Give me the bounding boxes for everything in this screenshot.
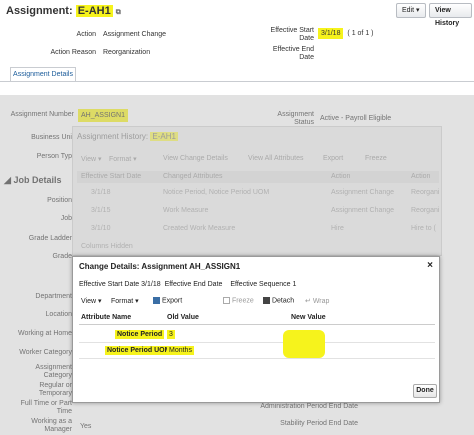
- title-prefix: Assignment:: [6, 5, 73, 17]
- info-start-value: 3/1/18: [141, 281, 161, 288]
- action-reason-label: Action Reason: [50, 49, 96, 56]
- assignment-id: E-AH1: [75, 5, 113, 17]
- edit-label: Edit: [402, 7, 415, 14]
- highlight-mark: [283, 330, 325, 358]
- change-table-header: Attribute Name Old Value New Value: [79, 313, 435, 325]
- edit-button[interactable]: Edit ▾: [396, 3, 426, 18]
- effective-range: ( 1 of 1 ): [347, 30, 374, 37]
- attribute-name: Notice Period: [115, 330, 165, 339]
- export-label: Export: [161, 297, 183, 305]
- old-value: Months: [167, 346, 194, 355]
- info-end-label: Effective End Date: [164, 281, 223, 288]
- chevron-down-icon: ▾: [416, 7, 420, 14]
- done-button[interactable]: Done: [413, 384, 437, 398]
- info-seq-value: 1: [292, 281, 297, 288]
- action-label: Action: [76, 31, 96, 38]
- page-title: Assignment: E-AH1 ⧉: [6, 5, 121, 17]
- table-row[interactable]: Notice Period UOM Months: [79, 343, 435, 359]
- old-value: 3: [167, 330, 175, 339]
- attribute-name: Notice Period UOM: [105, 346, 173, 355]
- wrap-icon: ↵: [305, 298, 311, 305]
- detach-icon: [263, 297, 270, 304]
- close-icon[interactable]: ×: [427, 260, 433, 271]
- tab-divider: [0, 81, 474, 82]
- wrap-label: Wrap: [312, 298, 330, 305]
- effective-start-label: Effective Start Date: [270, 27, 314, 42]
- copy-icon[interactable]: ⧉: [116, 9, 121, 16]
- detach-label: Detach: [271, 297, 295, 305]
- dialog-title: Change Details: Assignment AH_ASSIGN1: [79, 262, 241, 271]
- effective-start-date: 3/1/18: [318, 28, 344, 39]
- freeze-button[interactable]: Freeze: [223, 297, 254, 304]
- format-menu[interactable]: Format ▾: [111, 297, 139, 305]
- col-attribute-name: Attribute Name: [81, 314, 132, 321]
- col-old-value: Old Value: [167, 314, 199, 321]
- tab-assignment-details[interactable]: Assignment Details: [10, 67, 76, 82]
- view-menu[interactable]: View ▾: [81, 297, 102, 305]
- wrap-button[interactable]: ↵ Wrap: [305, 297, 329, 305]
- freeze-label: Freeze: [231, 297, 254, 305]
- change-details-dialog: Change Details: Assignment AH_ASSIGN1 × …: [72, 256, 440, 403]
- effective-end-label: Effective End Date: [272, 46, 314, 61]
- info-seq-label: Effective Sequence: [230, 281, 291, 288]
- detach-button[interactable]: Detach: [263, 297, 294, 304]
- effective-start-value: 3/1/18 ( 1 of 1 ): [318, 28, 374, 39]
- effective-info: Effective Start Date 3/1/18 Effective En…: [79, 281, 296, 288]
- col-new-value: New Value: [291, 314, 326, 321]
- action-reason-value: Reorganization: [103, 49, 151, 56]
- view-history-button[interactable]: View History: [429, 3, 472, 27]
- export-icon: [153, 297, 160, 304]
- export-button[interactable]: Export: [153, 297, 182, 304]
- action-value: Assignment Change: [103, 31, 167, 38]
- table-row[interactable]: Notice Period 3: [79, 327, 435, 343]
- freeze-icon: [223, 297, 230, 304]
- info-start-label: Effective Start Date: [79, 281, 140, 288]
